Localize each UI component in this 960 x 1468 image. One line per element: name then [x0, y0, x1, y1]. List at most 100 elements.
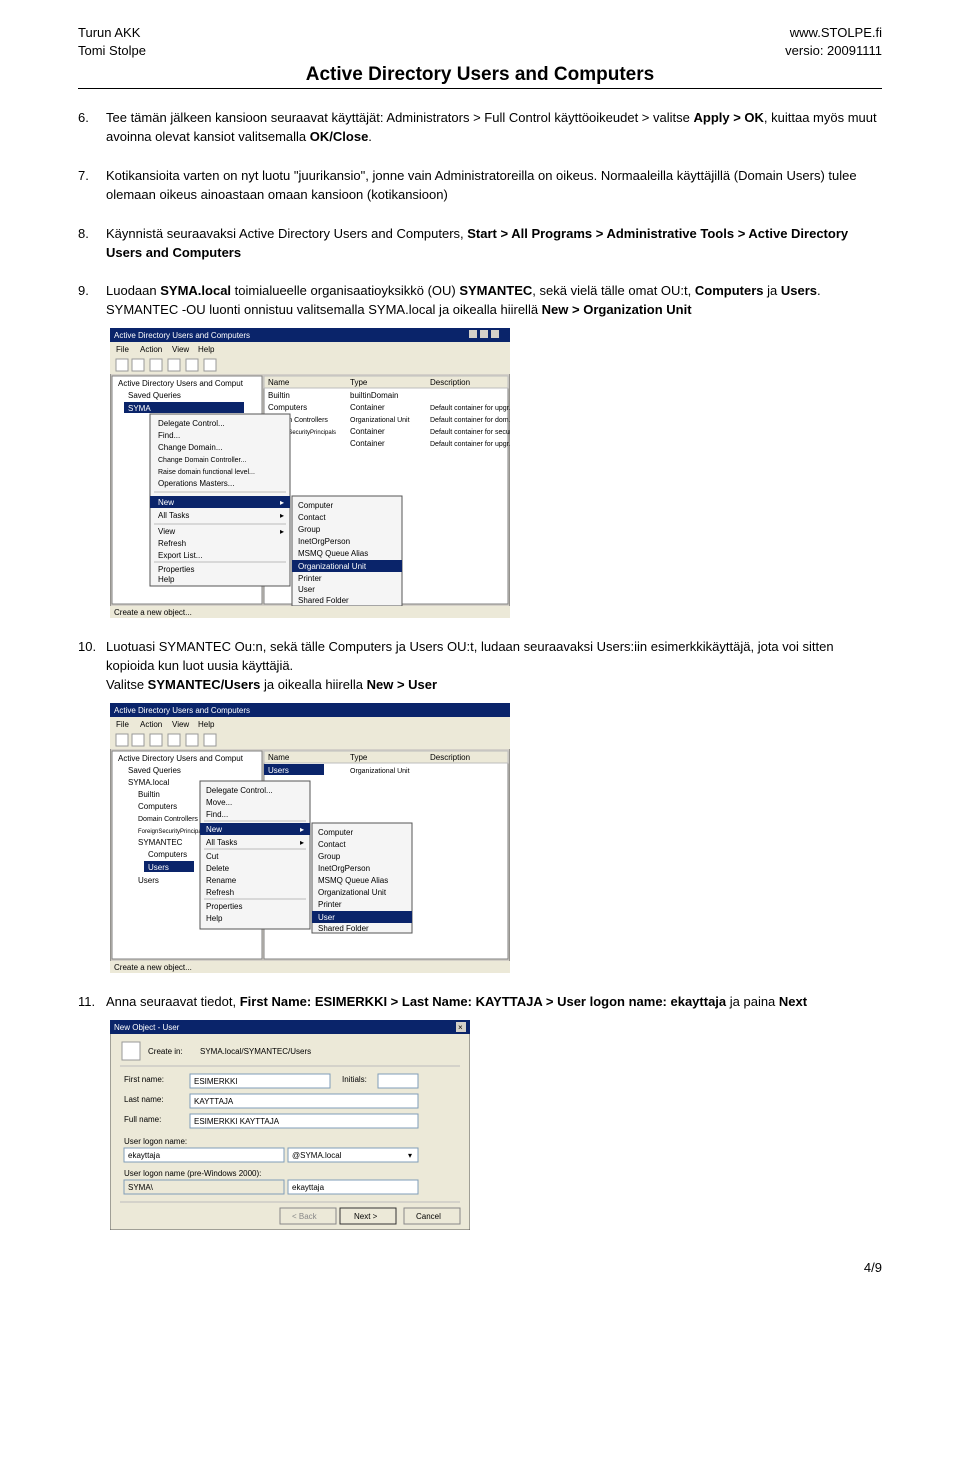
svg-text:MSMQ Queue Alias: MSMQ Queue Alias — [298, 549, 368, 558]
svg-text:Saved Queries: Saved Queries — [128, 391, 181, 400]
svg-text:Builtin: Builtin — [268, 391, 290, 400]
svg-text:Name: Name — [268, 378, 290, 387]
svg-text:Saved Queries: Saved Queries — [128, 766, 181, 775]
svg-text:Initials:: Initials: — [342, 1075, 367, 1084]
step-number: 9. — [78, 282, 89, 301]
svg-text:Cancel: Cancel — [416, 1212, 441, 1221]
svg-text:Operations Masters...: Operations Masters... — [158, 479, 234, 488]
svg-text:Create in:: Create in: — [148, 1047, 183, 1056]
svg-text:Computers: Computers — [138, 802, 177, 811]
svg-text:SYMA: SYMA — [128, 404, 151, 413]
svg-text:Users: Users — [148, 863, 169, 872]
svg-text:Printer: Printer — [318, 900, 342, 909]
svg-text:Full name:: Full name: — [124, 1115, 161, 1124]
svg-text:Description: Description — [430, 378, 470, 387]
svg-text:▸: ▸ — [300, 825, 304, 834]
svg-text:ESIMERKKI KAYTTAJA: ESIMERKKI KAYTTAJA — [194, 1117, 280, 1126]
svg-text:User logon name (pre-Windows 2: User logon name (pre-Windows 2000): — [124, 1169, 261, 1178]
step-number: 7. — [78, 167, 89, 186]
svg-text:builtinDomain: builtinDomain — [350, 391, 398, 400]
svg-text:Organizational Unit: Organizational Unit — [318, 888, 387, 897]
svg-text:Action: Action — [140, 345, 162, 354]
step-9: 9. Luodaan SYMA.local toimialueelle orga… — [78, 282, 882, 618]
svg-text:Printer: Printer — [298, 574, 322, 583]
svg-text:Action: Action — [140, 720, 162, 729]
svg-text:SYMA\: SYMA\ — [128, 1183, 154, 1192]
svg-text:Delegate Control...: Delegate Control... — [158, 419, 225, 428]
screenshot-aduc-new-user: Active Directory Users and Computers Fil… — [110, 703, 882, 973]
svg-text:Rename: Rename — [206, 876, 237, 885]
page-header-2: Tomi Stolpe versio: 20091111 — [78, 42, 882, 60]
svg-text:Help: Help — [206, 914, 223, 923]
svg-text:Delegate Control...: Delegate Control... — [206, 786, 273, 795]
svg-text:Cut: Cut — [206, 852, 219, 861]
svg-text:Group: Group — [318, 852, 341, 861]
svg-text:×: × — [458, 1023, 463, 1032]
svg-text:Shared Folder: Shared Folder — [298, 596, 349, 605]
step-number: 8. — [78, 225, 89, 244]
svg-text:Computers: Computers — [268, 403, 307, 412]
svg-text:Domain Controllers: Domain Controllers — [138, 816, 198, 823]
svg-text:New: New — [158, 498, 174, 507]
step-number: 11. — [78, 993, 95, 1012]
svg-text:Users: Users — [268, 766, 289, 775]
svg-text:▸: ▸ — [280, 527, 284, 536]
svg-text:Find...: Find... — [158, 431, 180, 440]
svg-text:View: View — [172, 720, 189, 729]
svg-text:Container: Container — [350, 403, 385, 412]
svg-text:All Tasks: All Tasks — [206, 838, 237, 847]
svg-text:Type: Type — [350, 378, 368, 387]
header-left-2: Tomi Stolpe — [78, 42, 146, 60]
svg-text:Computer: Computer — [318, 828, 353, 837]
svg-text:Organizational Unit: Organizational Unit — [350, 417, 410, 424]
svg-text:Properties: Properties — [206, 902, 242, 911]
svg-text:▸: ▸ — [300, 838, 304, 847]
svg-text:Move...: Move... — [206, 798, 232, 807]
screenshot-aduc-new-ou: Active Directory Users and Computers Fil… — [110, 328, 882, 618]
page-footer: 4/9 — [78, 1260, 882, 1275]
svg-text:Type: Type — [350, 753, 368, 762]
svg-text:MSMQ Queue Alias: MSMQ Queue Alias — [318, 876, 388, 885]
svg-text:Default container for upgr...: Default container for upgr... — [430, 405, 510, 412]
svg-text:New: New — [206, 825, 222, 834]
svg-text:SYMA.local: SYMA.local — [128, 778, 170, 787]
svg-text:Container: Container — [350, 427, 385, 436]
header-right-2: versio: 20091111 — [785, 42, 882, 60]
svg-text:Help: Help — [198, 720, 215, 729]
svg-text:Default container for dom...: Default container for dom... — [430, 417, 510, 424]
step-number: 6. — [78, 109, 89, 128]
svg-text:Contact: Contact — [318, 840, 346, 849]
svg-text:Export List...: Export List... — [158, 551, 202, 560]
svg-text:@SYMA.local: @SYMA.local — [292, 1151, 342, 1160]
svg-text:Default container for upgr...: Default container for upgr... — [430, 441, 510, 448]
svg-text:Active Directory Users and Com: Active Directory Users and Computers — [114, 706, 250, 715]
step-number: 10. — [78, 638, 96, 657]
step-10: 10. Luotuasi SYMANTEC Ou:n, sekä tälle C… — [78, 638, 882, 973]
svg-text:Change Domain...: Change Domain... — [158, 443, 222, 452]
svg-text:Default container for secu...: Default container for secu... — [430, 429, 510, 436]
svg-text:Active Directory Users and Com: Active Directory Users and Comput — [118, 754, 244, 763]
svg-text:View: View — [158, 527, 175, 536]
svg-text:Raise domain functional level.: Raise domain functional level... — [158, 469, 255, 476]
svg-text:Next >: Next > — [354, 1212, 378, 1221]
svg-text:File: File — [116, 720, 129, 729]
svg-text:InetOrgPerson: InetOrgPerson — [298, 537, 350, 546]
svg-text:Help: Help — [198, 345, 215, 354]
svg-text:File: File — [116, 345, 129, 354]
svg-text:Active Directory Users and Com: Active Directory Users and Computers — [114, 331, 250, 340]
step-7: 7. Kotikansioita varten on nyt luotu "ju… — [78, 167, 882, 205]
svg-text:Active Directory Users and Com: Active Directory Users and Comput — [118, 379, 244, 388]
svg-text:All Tasks: All Tasks — [158, 511, 189, 520]
svg-text:Create a new object...: Create a new object... — [114, 963, 192, 972]
step-6: 6. Tee tämän jälkeen kansioon seuraavat … — [78, 109, 882, 147]
svg-text:Last name:: Last name: — [124, 1095, 164, 1104]
svg-text:< Back: < Back — [292, 1212, 318, 1221]
svg-text:ForeignSecurityPrincipals: ForeignSecurityPrincipals — [138, 829, 206, 835]
svg-text:Description: Description — [430, 753, 470, 762]
page-title: Active Directory Users and Computers — [78, 64, 882, 86]
svg-text:ekayttaja: ekayttaja — [292, 1183, 325, 1192]
header-left-1: Turun AKK — [78, 24, 140, 42]
svg-text:InetOrgPerson: InetOrgPerson — [318, 864, 370, 873]
svg-text:KAYTTAJA: KAYTTAJA — [194, 1097, 234, 1106]
svg-text:Organizational Unit: Organizational Unit — [350, 768, 410, 775]
